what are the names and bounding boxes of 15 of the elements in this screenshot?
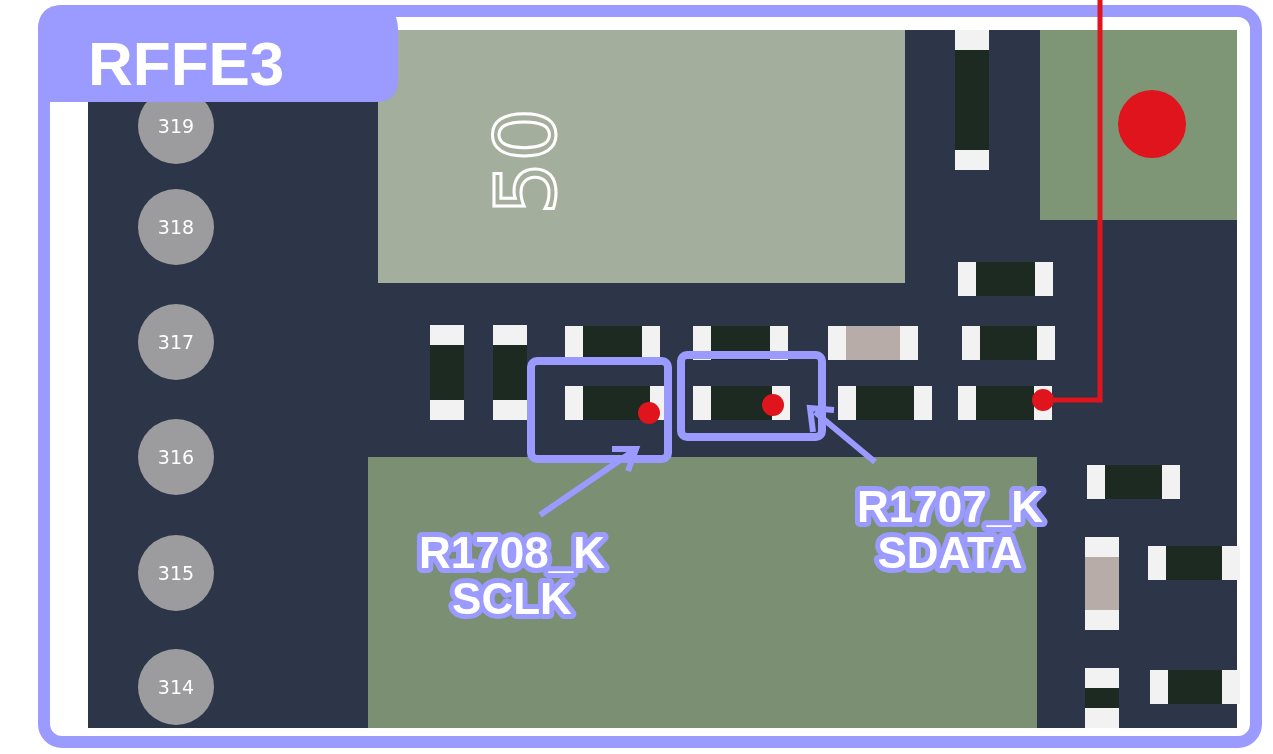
pad-icon: 314 — [138, 649, 214, 725]
callout-arrow — [806, 404, 877, 465]
pad-icon: 318 — [138, 189, 214, 265]
test-point-icon — [1118, 90, 1186, 158]
callout-label: SDATA — [877, 528, 1023, 577]
callout-label: SCLK — [452, 574, 572, 623]
probe-point-icon — [638, 402, 660, 424]
pad-icon: 316 — [138, 419, 214, 495]
pad-icon: 315 — [138, 535, 214, 611]
component-drawing — [1085, 668, 1119, 728]
test-point-icon — [1032, 389, 1054, 411]
chip-label: 50 — [477, 108, 575, 215]
pad-icon: 317 — [138, 304, 214, 380]
callout-label: R1708_K — [419, 528, 605, 577]
probe-point-icon — [762, 394, 784, 416]
